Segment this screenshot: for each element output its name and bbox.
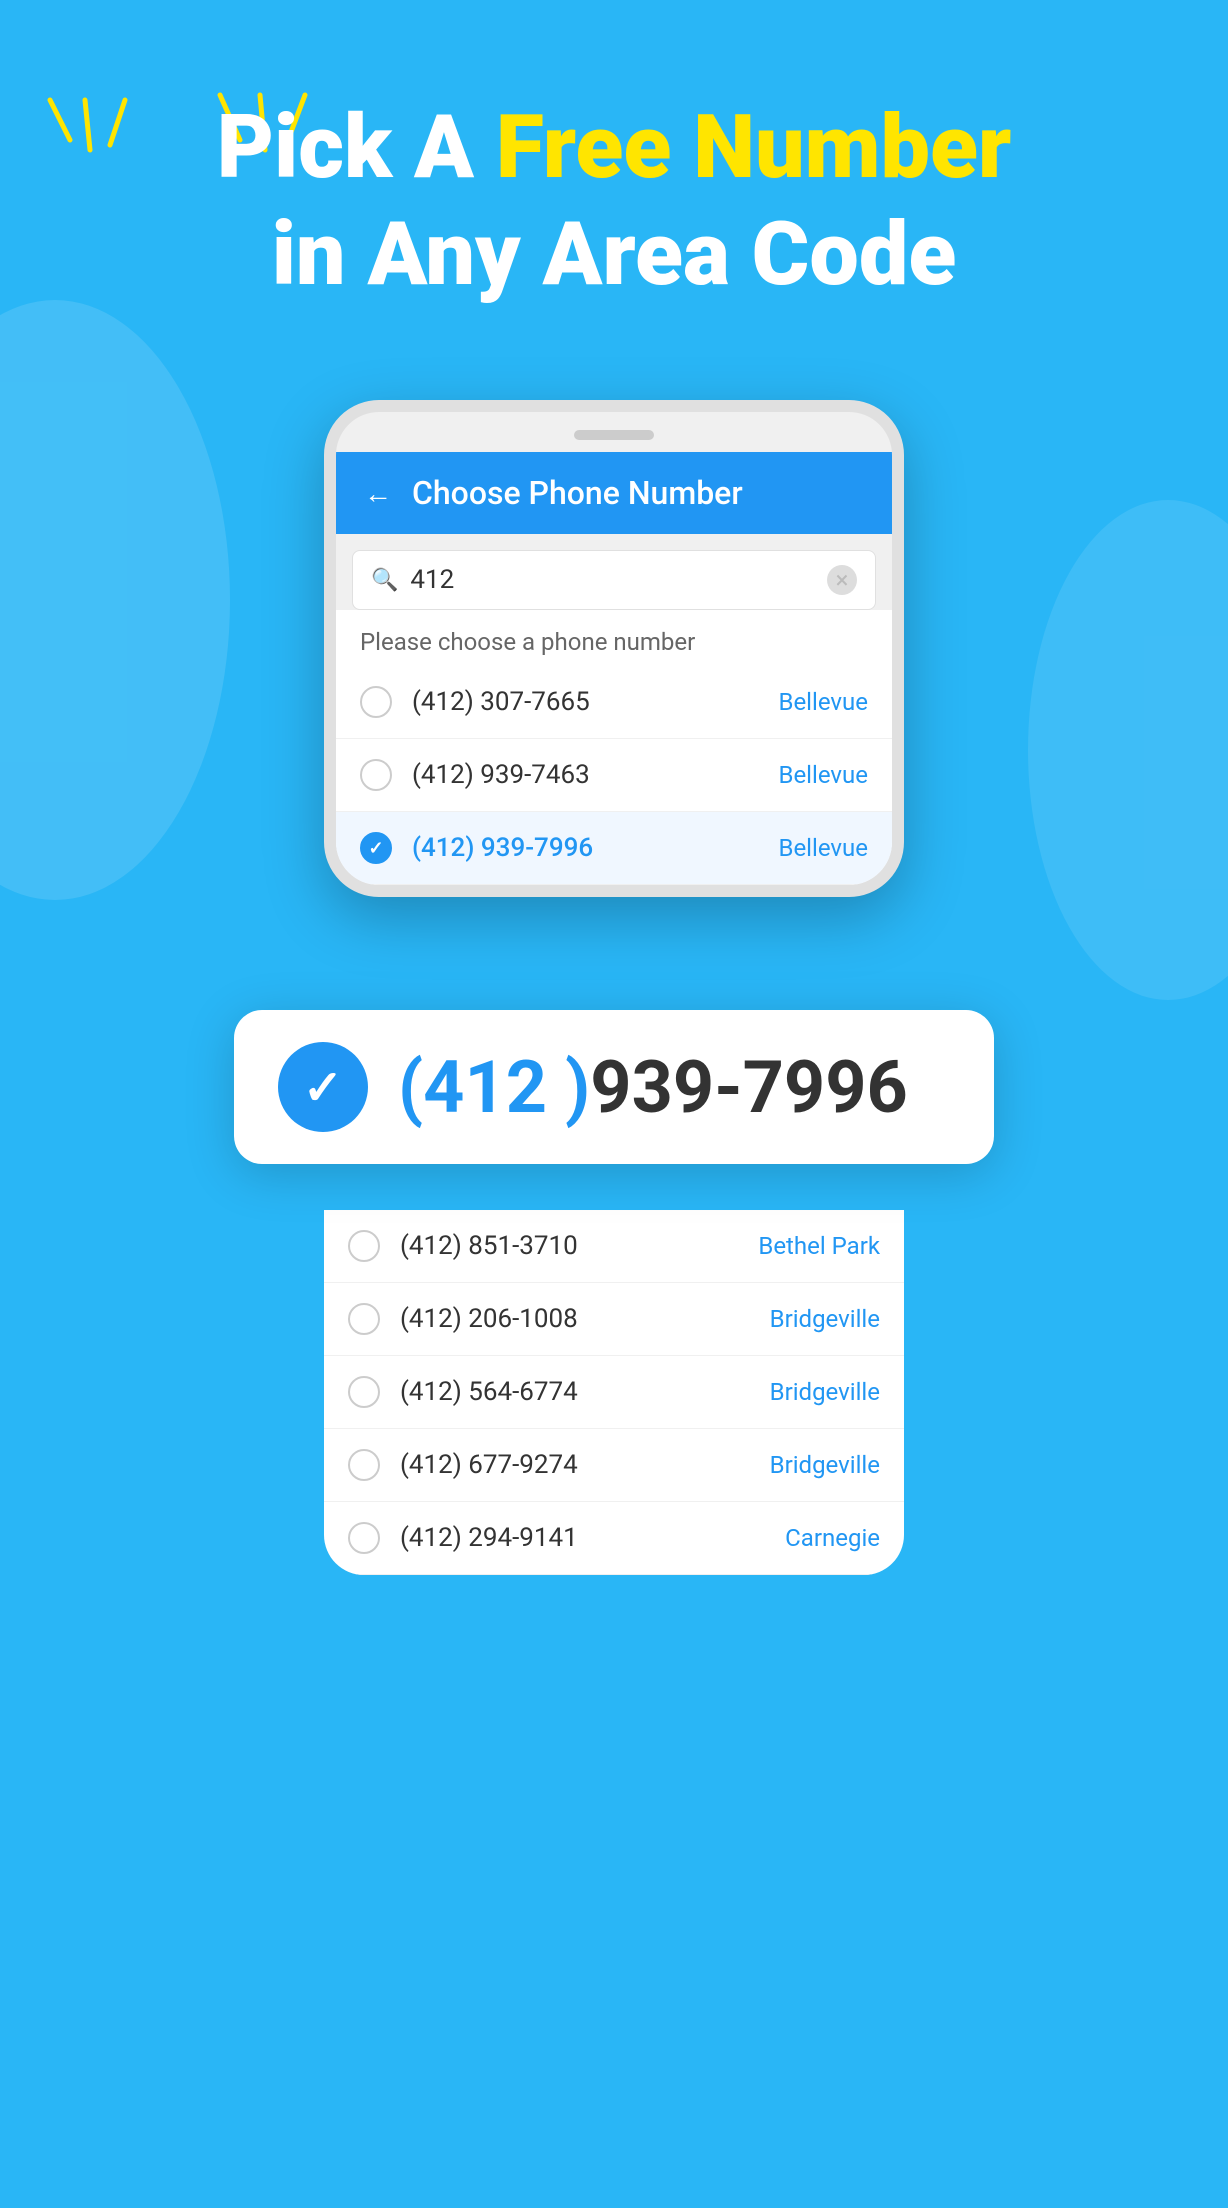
callout-check-icon: ✓ [303, 1059, 343, 1116]
search-bar[interactable]: 🔍 412 × [352, 550, 876, 610]
callout-area-code: (412 ) [398, 1045, 590, 1130]
phone-list-item[interactable]: (412) 307-7665 Bellevue [336, 666, 892, 739]
phone-list-item[interactable]: (412) 851-3710 Bethel Park [324, 1210, 904, 1283]
city-label: Bellevue [778, 834, 868, 862]
radio-button[interactable] [360, 832, 392, 864]
city-label: Bellevue [778, 761, 868, 789]
radio-button[interactable] [348, 1376, 380, 1408]
hero-section: Pick A Free Number in Any Area Code [40, 100, 1188, 304]
radio-button[interactable] [348, 1230, 380, 1262]
phone-number-text: (412) 939-7463 [412, 760, 758, 790]
city-label: Bridgeville [770, 1305, 880, 1333]
phone-number-text: (412) 564-6774 [400, 1377, 750, 1407]
search-icon: 🔍 [371, 568, 398, 593]
hero-highlight-text: Free Number [496, 96, 1011, 199]
phone-number-text: (412) 294-9141 [400, 1523, 765, 1553]
callout-number-rest: 939-7996 [590, 1045, 908, 1130]
hero-line1: Pick A Free Number [40, 100, 1188, 197]
header-title: Choose Phone Number [412, 474, 743, 512]
back-button[interactable]: ← [364, 477, 392, 510]
callout-check-circle: ✓ [278, 1042, 368, 1132]
clear-button[interactable]: × [827, 565, 857, 595]
phone-number-text: (412) 677-9274 [400, 1450, 750, 1480]
city-label: Bethel Park [758, 1232, 880, 1260]
phone-list-bottom: (412) 851-3710 Bethel Park (412) 206-1008 B… [324, 1210, 904, 1575]
phone-list-item[interactable]: (412) 294-9141 Carnegie [324, 1502, 904, 1575]
phone-mockup: ← Choose Phone Number 🔍 412 × Please cho… [324, 400, 904, 897]
phone-number-text: (412) 851-3710 [400, 1231, 738, 1261]
phone-list-item[interactable]: (412) 564-6774 Bridgeville [324, 1356, 904, 1429]
bg-decoration-left [0, 300, 230, 900]
city-label: Bridgeville [770, 1378, 880, 1406]
radio-button[interactable] [348, 1449, 380, 1481]
hero-plain-text: Pick A [217, 96, 496, 199]
city-label: Bridgeville [770, 1451, 880, 1479]
phone-list-item[interactable]: (412) 939-7996 Bellevue [336, 812, 892, 885]
search-input[interactable]: 412 [410, 565, 815, 595]
phone-list-top: (412) 307-7665 Bellevue (412) 939-7463 Bell… [336, 666, 892, 885]
hero-line2: in Any Area Code [40, 207, 1188, 304]
phone-number-text: (412) 206-1008 [400, 1304, 750, 1334]
phone-speaker [574, 430, 654, 440]
phone-list-item[interactable]: (412) 939-7463 Bellevue [336, 739, 892, 812]
phone-list-item[interactable]: (412) 206-1008 Bridgeville [324, 1283, 904, 1356]
phone-number-text: (412) 307-7665 [412, 687, 758, 717]
phone-number-text: (412) 939-7996 [412, 833, 758, 863]
radio-button[interactable] [360, 686, 392, 718]
radio-button[interactable] [348, 1303, 380, 1335]
selected-callout-card: ✓ (412 )939-7996 [234, 1010, 994, 1164]
bg-decoration-right [1028, 500, 1228, 1000]
phone-list-item[interactable]: (412) 677-9274 Bridgeville [324, 1429, 904, 1502]
app-header: ← Choose Phone Number [336, 452, 892, 534]
city-label: Carnegie [785, 1524, 880, 1552]
radio-button[interactable] [360, 759, 392, 791]
callout-number: (412 )939-7996 [398, 1045, 908, 1130]
city-label: Bellevue [778, 688, 868, 716]
radio-button[interactable] [348, 1522, 380, 1554]
instruction-text: Please choose a phone number [336, 610, 892, 666]
